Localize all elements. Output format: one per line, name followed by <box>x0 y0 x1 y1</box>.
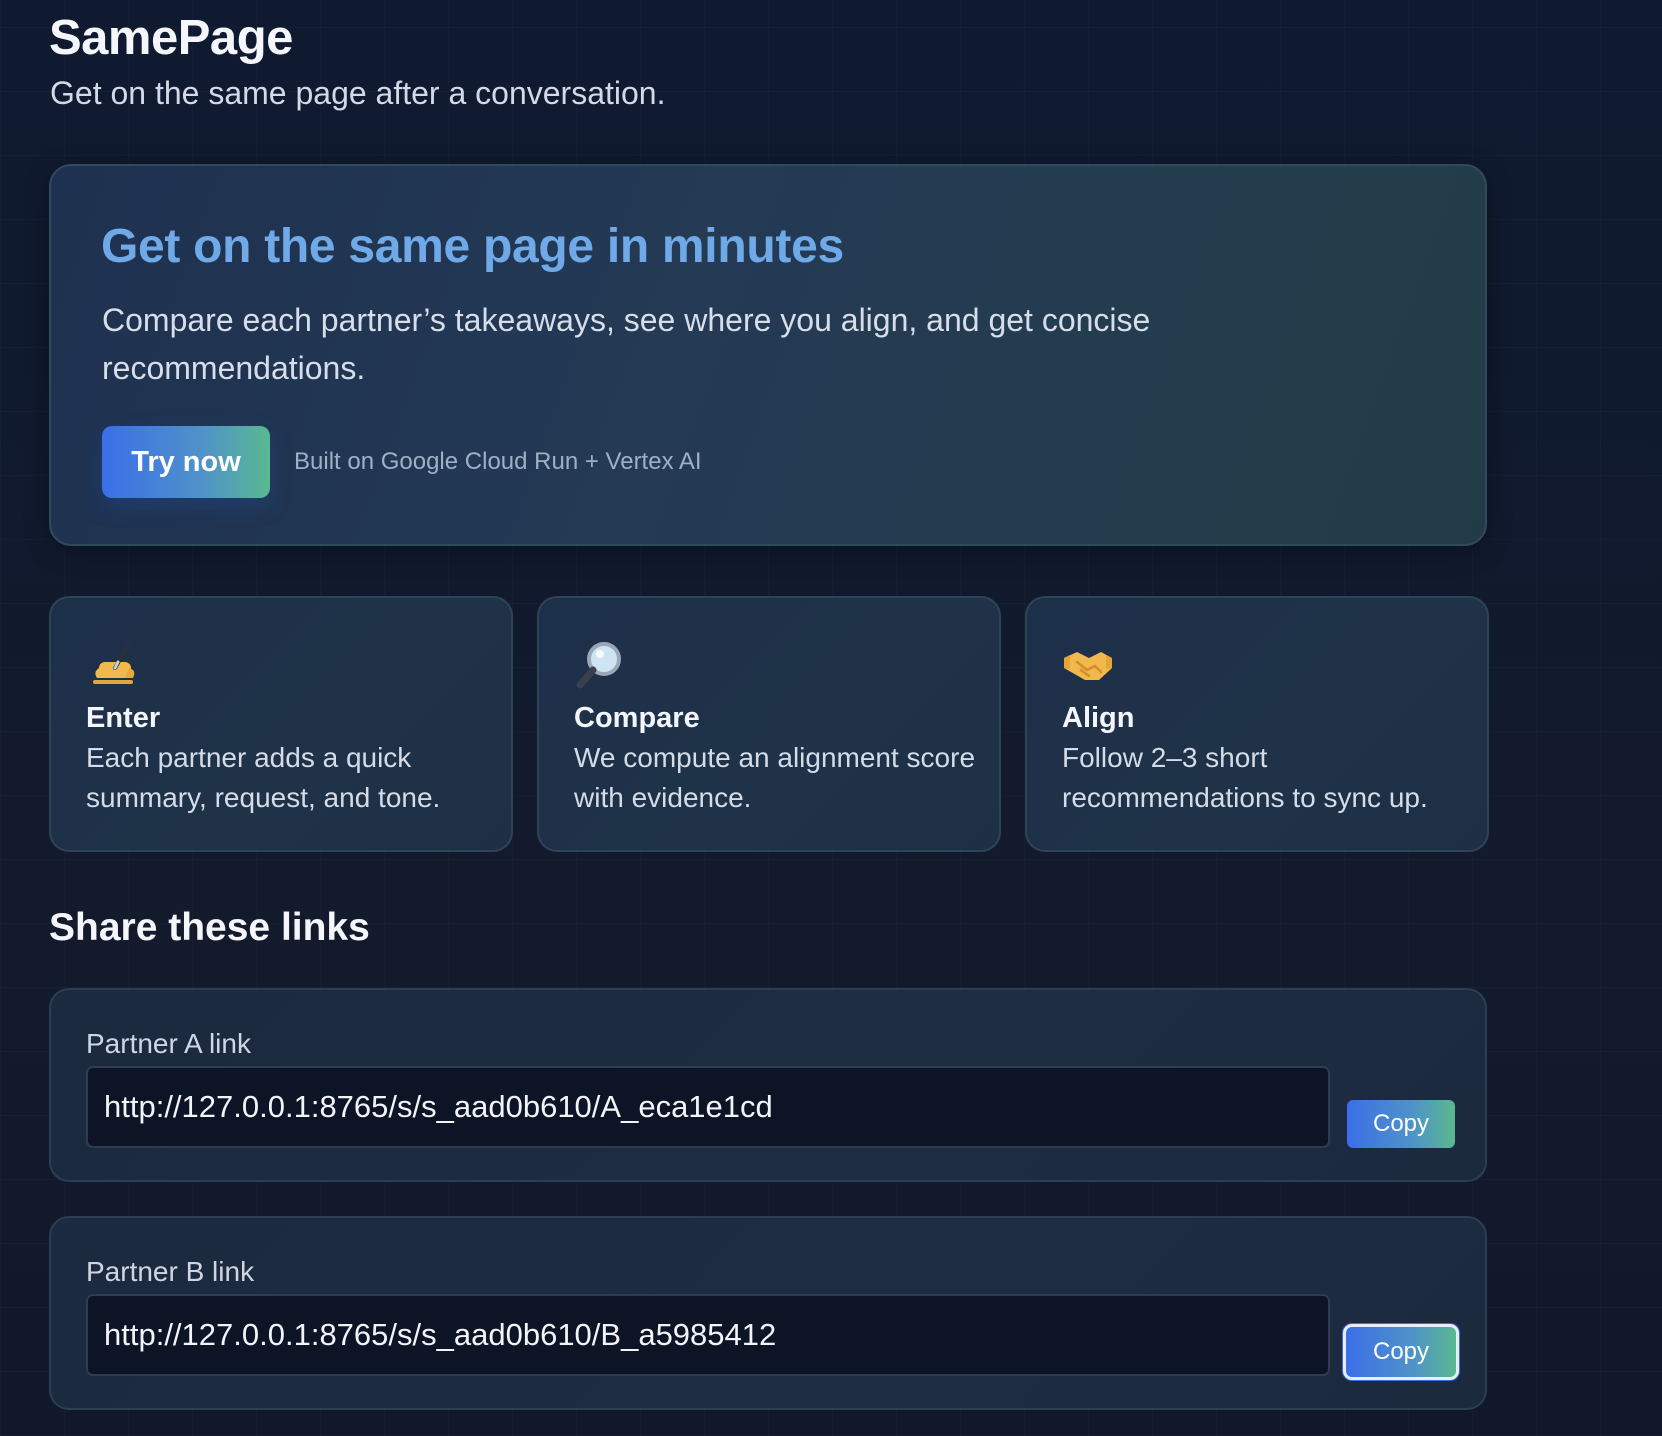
writing-hand-icon <box>93 642 135 684</box>
feature-title: Align <box>1062 702 1135 734</box>
hero-description: Compare each partner’s takeaways, see wh… <box>102 302 1151 386</box>
feature-text: Follow 2–3 short recommendations to sync… <box>1062 742 1428 813</box>
feature-card-compare: Compare We compute an alignment score wi… <box>537 596 1001 852</box>
partner-b-link-input[interactable] <box>86 1294 1330 1376</box>
hero-title: Get on the same page in minutes <box>101 220 844 273</box>
feature-text: We compute an alignment score with evide… <box>574 742 976 813</box>
feature-title: Enter <box>86 702 161 734</box>
app-title: SamePage <box>49 11 293 65</box>
feature-text: Each partner adds a quick summary, reque… <box>86 742 441 813</box>
handshake-icon <box>1064 652 1112 680</box>
magnifying-glass-icon <box>576 642 621 689</box>
partner-b-link-label: Partner B link <box>86 1256 255 1287</box>
share-section-title: Share these links <box>49 906 370 949</box>
partner-a-link-input[interactable] <box>86 1066 1330 1148</box>
partner-b-link-card: Partner B link Copy <box>49 1216 1487 1410</box>
partner-a-link-card: Partner A link Copy <box>49 988 1487 1182</box>
hero-card: Get on the same page in minutes Compare … <box>49 164 1487 546</box>
feature-card-enter: Enter Each partner adds a quick summary,… <box>49 596 513 852</box>
copy-partner-b-button[interactable]: Copy <box>1343 1324 1459 1380</box>
feature-card-align: Align Follow 2–3 short recommendations t… <box>1025 596 1489 852</box>
partner-a-link-label: Partner A link <box>86 1028 251 1059</box>
feature-title: Compare <box>574 702 700 734</box>
app-subtitle: Get on the same page after a conversatio… <box>50 75 666 111</box>
built-on-note: Built on Google Cloud Run + Vertex AI <box>294 448 702 475</box>
copy-partner-a-button[interactable]: Copy <box>1347 1100 1455 1148</box>
try-now-button[interactable]: Try now <box>102 426 270 498</box>
